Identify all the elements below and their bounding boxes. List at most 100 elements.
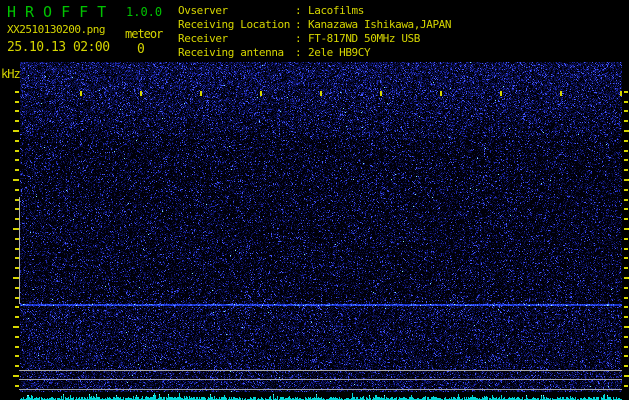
freq-axis-tick bbox=[13, 277, 19, 279]
meteor-count: 0 bbox=[137, 42, 145, 57]
freq-axis-minor-tick-right bbox=[624, 110, 628, 112]
freq-axis-minor-tick bbox=[15, 306, 19, 308]
freq-axis-tick-right bbox=[624, 228, 629, 230]
info-colon: : bbox=[295, 4, 302, 17]
freq-axis-tick bbox=[13, 375, 19, 377]
freq-axis-minor-tick bbox=[15, 159, 19, 161]
freq-axis-minor-tick-right bbox=[624, 287, 628, 289]
time-axis-tick bbox=[380, 91, 382, 96]
hrofft-screen: HROFFT 1.0.0 XX2510130200.png meteor 25.… bbox=[0, 0, 629, 400]
freq-axis-minor-tick-right bbox=[624, 159, 628, 161]
freq-axis-minor-tick bbox=[15, 218, 19, 220]
info-label: Ovserver bbox=[178, 4, 228, 17]
info-value: FT-817ND 50MHz USB bbox=[308, 32, 421, 45]
info-colon: : bbox=[295, 32, 302, 45]
time-axis-tick bbox=[320, 91, 322, 96]
time-axis-tick bbox=[440, 91, 442, 96]
freq-axis-minor-tick bbox=[15, 91, 19, 93]
freq-axis-minor-tick bbox=[15, 140, 19, 142]
freq-axis-minor-tick-right bbox=[624, 355, 628, 357]
app-version: 1.0.0 bbox=[126, 5, 163, 19]
info-value: Kanazawa Ishikawa,JAPAN bbox=[308, 18, 452, 31]
freq-axis-minor-tick-right bbox=[624, 257, 628, 259]
freq-axis-tick bbox=[13, 130, 19, 132]
time-axis-tick bbox=[620, 91, 622, 96]
freq-axis-minor-tick bbox=[15, 257, 19, 259]
freq-axis-minor-tick bbox=[15, 355, 19, 357]
freq-axis-tick-right bbox=[624, 375, 629, 377]
info-label: Receiving antenna bbox=[178, 46, 284, 59]
freq-axis-minor-tick bbox=[15, 169, 19, 171]
freq-axis-minor-tick-right bbox=[624, 199, 628, 201]
station-info: Ovserver: Lacofilms Receiving Location: Ka… bbox=[178, 4, 452, 60]
calibration-line bbox=[19, 370, 622, 371]
freq-axis-unit-label: kHz bbox=[1, 67, 21, 81]
freq-axis-minor-tick bbox=[15, 189, 19, 191]
time-axis-tick bbox=[80, 91, 82, 96]
time-axis-tick bbox=[560, 91, 562, 96]
info-row-observer: Ovserver: Lacofilms bbox=[178, 4, 451, 18]
info-row-location: Receiving Location: Kanazawa Ishikawa,JAP… bbox=[178, 18, 452, 32]
frame-start-marker-line bbox=[19, 197, 20, 304]
frame-datetime: 25.10.13 02:00 bbox=[7, 40, 110, 55]
freq-axis-minor-tick-right bbox=[624, 189, 628, 191]
time-axis-tick bbox=[200, 91, 202, 96]
freq-axis-minor-tick-right bbox=[624, 238, 628, 240]
freq-axis-tick bbox=[13, 228, 19, 230]
freq-axis-minor-tick-right bbox=[624, 365, 628, 367]
freq-axis-minor-tick-right bbox=[624, 140, 628, 142]
info-colon: : bbox=[295, 46, 302, 59]
calibration-line bbox=[19, 379, 622, 380]
freq-axis-minor-tick bbox=[15, 238, 19, 240]
freq-axis-tick-right bbox=[624, 326, 629, 328]
info-value: Lacofilms bbox=[308, 4, 365, 17]
freq-axis-minor-tick bbox=[15, 110, 19, 112]
info-label: Receiver bbox=[178, 32, 228, 45]
freq-axis-minor-tick-right bbox=[624, 267, 628, 269]
freq-axis-tick-right bbox=[624, 130, 629, 132]
freq-axis-minor-tick bbox=[15, 150, 19, 152]
app-title: HROFFT bbox=[7, 3, 116, 21]
freq-axis-minor-tick-right bbox=[624, 297, 628, 299]
freq-axis-minor-tick bbox=[15, 248, 19, 250]
freq-axis-minor-tick-right bbox=[624, 385, 628, 387]
freq-axis-tick-right bbox=[624, 277, 629, 279]
freq-axis-minor-tick-right bbox=[624, 101, 628, 103]
output-filename: XX2510130200.png bbox=[7, 23, 105, 36]
freq-axis-tick bbox=[13, 179, 19, 181]
freq-axis-minor-tick-right bbox=[624, 218, 628, 220]
freq-axis-minor-tick-right bbox=[624, 208, 628, 210]
freq-axis-minor-tick-right bbox=[624, 248, 628, 250]
calibration-line bbox=[19, 389, 622, 390]
freq-axis-minor-tick-right bbox=[624, 169, 628, 171]
freq-axis-minor-tick bbox=[15, 120, 19, 122]
info-label: Receiving Location bbox=[178, 18, 291, 31]
freq-axis-minor-tick-right bbox=[624, 336, 628, 338]
freq-axis-minor-tick-right bbox=[624, 346, 628, 348]
signal-level-meter-canvas bbox=[20, 393, 622, 400]
freq-axis-minor-tick bbox=[15, 267, 19, 269]
spectrogram-canvas bbox=[20, 62, 622, 392]
time-axis-tick bbox=[260, 91, 262, 96]
freq-axis-minor-tick bbox=[15, 199, 19, 201]
info-row-receiver: Receiver: FT-817ND 50MHz USB bbox=[178, 32, 451, 46]
observation-mode: meteor bbox=[125, 27, 163, 41]
freq-axis-minor-tick-right bbox=[624, 150, 628, 152]
info-value: 2ele HB9CY bbox=[308, 46, 371, 59]
freq-axis-minor-tick bbox=[15, 336, 19, 338]
freq-axis-tick-right bbox=[624, 179, 629, 181]
freq-axis-minor-tick-right bbox=[624, 120, 628, 122]
freq-axis-tick bbox=[13, 326, 19, 328]
freq-axis-minor-tick-right bbox=[624, 306, 628, 308]
info-colon: : bbox=[295, 18, 302, 31]
info-row-antenna: Receiving antenna:2ele HB9CY bbox=[178, 46, 451, 60]
freq-axis-minor-tick bbox=[15, 365, 19, 367]
freq-axis-minor-tick bbox=[15, 101, 19, 103]
freq-axis-minor-tick bbox=[15, 287, 19, 289]
freq-axis-minor-tick bbox=[15, 316, 19, 318]
freq-axis-minor-tick-right bbox=[624, 316, 628, 318]
freq-axis-minor-tick-right bbox=[624, 91, 628, 93]
time-axis-tick bbox=[500, 91, 502, 96]
time-axis-tick bbox=[140, 91, 142, 96]
freq-axis-minor-tick bbox=[15, 297, 19, 299]
